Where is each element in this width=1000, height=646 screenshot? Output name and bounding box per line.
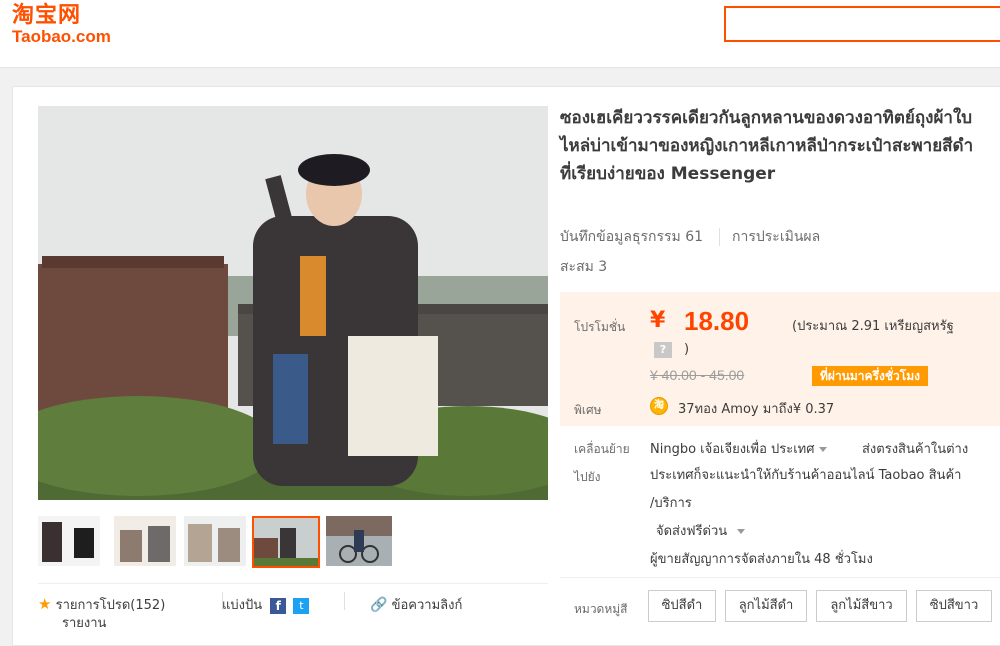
shipping-desc-line2: ประเทศก็จะแนะนำให้กับร้านค้าออนไลน์ Taob…: [650, 468, 962, 483]
shipping-label-line1: เคลื่อนย้าย: [574, 442, 630, 456]
chevron-down-icon: [737, 529, 746, 534]
shipping-direct-text: ส่งตรงสินค้าในต่าง: [862, 442, 969, 457]
color-option-white-zipper[interactable]: ซิปสีขาว: [916, 590, 992, 622]
stats-row: บันทึกข้อมูลธุรกรรม 61 การประเมินผล: [560, 226, 820, 248]
divider: [719, 228, 721, 246]
special-offer-text: 37ทอง Amoy มาถึง¥ 0.37: [678, 402, 835, 417]
free-shipping: จัดส่งฟรีด่วน: [656, 524, 728, 539]
shipping-label-line2: ไปยัง: [574, 470, 601, 484]
currency-symbol: ¥: [650, 308, 666, 333]
thumbnail-4-selected[interactable]: [252, 516, 320, 568]
thumbnail-5[interactable]: [326, 516, 392, 566]
shipping-origin: Ningbo เจ้อเจียงเพื่อ ประเทศ: [650, 442, 815, 457]
link-icon: 🔗: [370, 597, 388, 613]
twitter-icon[interactable]: t: [293, 597, 310, 614]
social-bar: ★ รายการโปรด(152) รายงาน แบ่งปัน f t 🔗 ข…: [38, 583, 548, 631]
color-option-black-zipper[interactable]: ซิปสีดำ: [648, 590, 716, 622]
divider: [344, 592, 345, 610]
shipping-desc-line3: /บริการ: [650, 496, 692, 511]
favorite-label: รายการโปรด(152): [55, 598, 166, 613]
thumbnail-2[interactable]: [114, 516, 176, 566]
shipping-method-select[interactable]: จัดส่งฟรีด่วน: [656, 520, 746, 541]
share-label: แบ่งปัน: [222, 598, 263, 613]
promo-label: โปรโมชั่น: [574, 320, 626, 334]
search-input[interactable]: [724, 6, 1000, 42]
approx-usd: (ประมาณ 2.91 เหรียญสหรัฐ: [792, 319, 954, 334]
help-icon[interactable]: ?: [654, 342, 672, 358]
logo-chinese: 淘宝网: [12, 3, 82, 28]
transactions-link[interactable]: บันทึกข้อมูลธุรกรรม 61: [560, 229, 703, 245]
share-button[interactable]: แบ่งปัน f t: [222, 594, 310, 615]
main-product-image: [38, 106, 548, 500]
chevron-down-icon: [818, 447, 827, 452]
color-option-white-lace[interactable]: ลูกไม้สีขาว: [816, 590, 907, 622]
divider: [560, 577, 1000, 578]
taobao-logo[interactable]: 淘宝网 Taobao.com: [12, 4, 142, 48]
top-bar: 淘宝网 Taobao.com: [0, 0, 1000, 68]
time-badge: ที่ผ่านมาครึ่งชั่วโมง: [812, 366, 928, 386]
product-title: ซองเฮเคียววรรคเดียวกันลูกหลานของดวงอาทิต…: [560, 108, 974, 184]
reviews-link[interactable]: การประเมินผล: [732, 229, 820, 245]
facebook-icon[interactable]: f: [270, 597, 287, 614]
copy-link-button[interactable]: 🔗 ข้อความลิงก์: [370, 594, 462, 615]
delivery-commitment: ผู้ขายสัญญาการจัดส่งภายใน 48 ชั่วโมง: [650, 552, 873, 567]
special-label: พิเศษ: [574, 403, 602, 417]
shipping-origin-select[interactable]: Ningbo เจ้อเจียงเพื่อ ประเทศ: [650, 438, 827, 459]
color-category-label: หมวดหมู่สี: [574, 602, 628, 616]
original-price: ¥ 40.00 - 45.00: [650, 367, 745, 383]
link-label: ข้อความลิงก์: [391, 598, 463, 613]
product-photo: [38, 106, 548, 500]
collected-count: สะสม 3: [560, 259, 608, 275]
star-icon: ★: [38, 595, 52, 613]
thumbnail-3[interactable]: [184, 516, 246, 566]
thumbnail-1[interactable]: [38, 516, 100, 566]
logo-english: Taobao.com: [12, 27, 111, 46]
close-paren: ): [684, 342, 690, 357]
promo-price: 18.80: [684, 306, 750, 336]
color-option-black-lace[interactable]: ลูกไม้สีดำ: [725, 590, 807, 622]
taobao-coin-icon: 淘: [650, 397, 668, 415]
